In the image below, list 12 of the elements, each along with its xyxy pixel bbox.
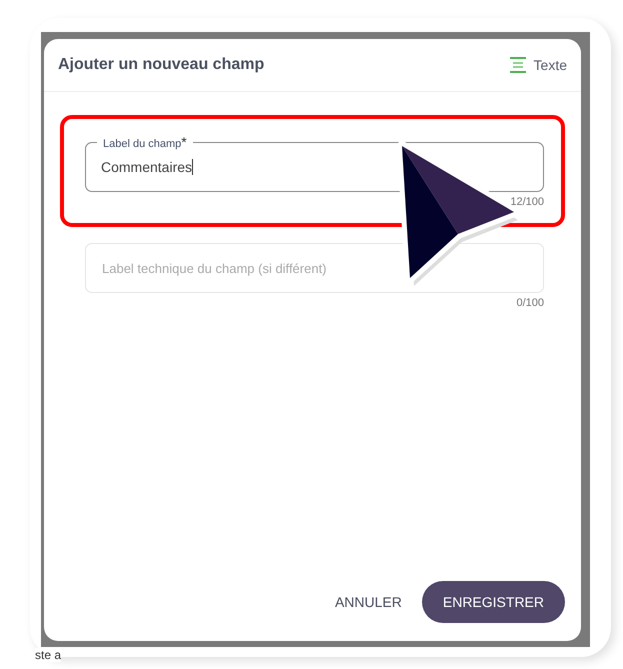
field-value: Commentaires (101, 159, 192, 175)
cancel-button[interactable]: ANNULER (334, 584, 402, 620)
field-placeholder: Label technique du champ (si différent) (102, 260, 327, 276)
field-label: Label du champ* (97, 134, 193, 152)
input-field[interactable]: Label du champ* Commentaires (85, 133, 544, 192)
backdrop-text: ste a (35, 648, 62, 662)
text-align-icon (508, 55, 528, 75)
save-button[interactable]: ENREGISTRER (422, 581, 565, 623)
dialog-title: Ajouter un nouveau champ (58, 56, 264, 74)
character-counter: 12/100 (510, 196, 544, 208)
field-type-label: Texte (534, 57, 567, 73)
character-counter: 0/100 (516, 297, 544, 309)
